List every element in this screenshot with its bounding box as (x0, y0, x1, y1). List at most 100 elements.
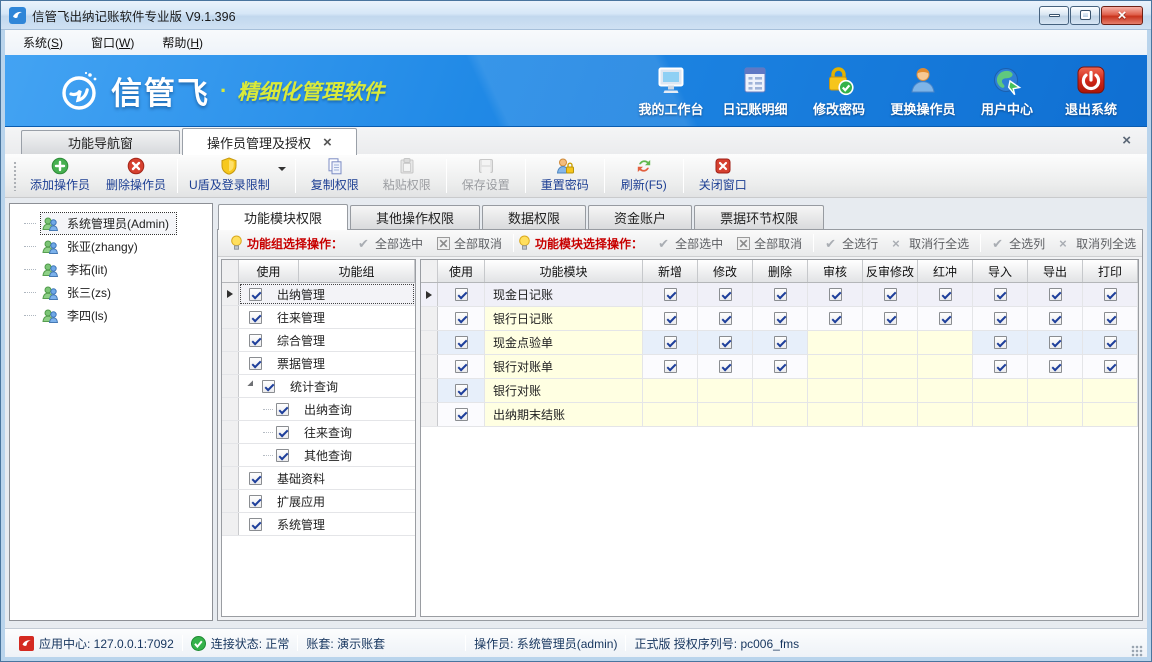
menu-item-2[interactable]: 帮助(H) (150, 32, 215, 53)
group-row[interactable]: 系统管理 (222, 513, 415, 536)
module-row[interactable]: 银行对账 (421, 379, 1138, 403)
toolbar-button-2[interactable]: U盾及登录限制 (181, 156, 278, 196)
group-use-checkbox[interactable] (276, 403, 289, 416)
module-use-checkbox[interactable] (455, 384, 468, 397)
permission-checkbox[interactable] (994, 360, 1007, 373)
group-row[interactable]: 综合管理 (222, 329, 415, 352)
group-row[interactable]: 统计查询 (222, 375, 415, 398)
permission-checkbox[interactable] (1049, 360, 1062, 373)
expand-icon[interactable] (247, 380, 258, 391)
toolbar-button-0[interactable]: 添加操作员 (22, 156, 98, 196)
titlebar[interactable]: 信管飞出纳记账软件专业版 V9.1.396 × (1, 1, 1151, 30)
permission-checkbox[interactable] (1104, 336, 1117, 349)
toolbar-button-8[interactable]: 关闭窗口 (687, 156, 759, 196)
permission-checkbox[interactable] (774, 336, 787, 349)
module-row[interactable]: 银行日记账 (421, 307, 1138, 331)
banner-action-5[interactable]: 退出系统 (1049, 62, 1133, 120)
banner-action-3[interactable]: 更换操作员 (881, 62, 965, 120)
doc-tab-1[interactable]: 操作员管理及授权× (182, 128, 357, 155)
resize-grip[interactable] (1131, 645, 1143, 657)
permission-checkbox[interactable] (1049, 336, 1062, 349)
module-use-checkbox[interactable] (455, 408, 468, 421)
module_panel-action-2[interactable]: ✔全选行 (825, 235, 878, 252)
group-row[interactable]: 基础资料 (222, 467, 415, 490)
perm-tab-1[interactable]: 其他操作权限 (350, 205, 480, 229)
permission-checkbox[interactable] (719, 288, 732, 301)
permission-checkbox[interactable] (719, 336, 732, 349)
group-row[interactable]: 出纳管理 (222, 283, 415, 306)
module-use-checkbox[interactable] (455, 288, 468, 301)
tabstrip-close-icon[interactable]: × (1116, 132, 1137, 149)
group-row[interactable]: 其他查询 (222, 444, 415, 467)
toolbar-button-7[interactable]: 刷新(F5) (608, 156, 680, 196)
perm-tab-3[interactable]: 资金账户 (588, 205, 692, 229)
module-row[interactable]: 银行对账单 (421, 355, 1138, 379)
group-use-checkbox[interactable] (249, 495, 262, 508)
operator-item-3[interactable]: 张三(zs) (14, 281, 208, 304)
maximize-button[interactable] (1070, 6, 1100, 25)
minimize-button[interactable] (1039, 6, 1069, 25)
group-use-checkbox[interactable] (249, 288, 262, 301)
permission-checkbox[interactable] (1104, 360, 1117, 373)
module-use-checkbox[interactable] (455, 312, 468, 325)
permission-checkbox[interactable] (774, 360, 787, 373)
operator-item-4[interactable]: 李四(ls) (14, 304, 208, 327)
module-row[interactable]: 现金点验单 (421, 331, 1138, 355)
permission-checkbox[interactable] (664, 360, 677, 373)
banner-action-1[interactable]: 日记账明细 (713, 62, 797, 120)
toolbar-button-1[interactable]: 删除操作员 (98, 156, 174, 196)
module_panel-action-1[interactable]: 全部取消 (737, 235, 802, 252)
module-use-checkbox[interactable] (455, 336, 468, 349)
tab-close-icon[interactable]: × (323, 135, 332, 150)
permission-checkbox[interactable] (829, 312, 842, 325)
permission-checkbox[interactable] (719, 312, 732, 325)
module-use-checkbox[interactable] (455, 360, 468, 373)
operator-item-1[interactable]: 张亚(zhangy) (14, 235, 208, 258)
group-use-checkbox[interactable] (276, 426, 289, 439)
permission-checkbox[interactable] (994, 312, 1007, 325)
permission-checkbox[interactable] (829, 288, 842, 301)
toolbar-button-6[interactable]: 重置密码 (529, 156, 601, 196)
permission-checkbox[interactable] (774, 312, 787, 325)
banner-action-0[interactable]: 我的工作台 (629, 62, 713, 120)
operator-item-2[interactable]: 李拓(lit) (14, 258, 208, 281)
banner-action-4[interactable]: 用户中心 (965, 62, 1049, 120)
group-use-checkbox[interactable] (262, 380, 275, 393)
group-row[interactable]: 扩展应用 (222, 490, 415, 513)
group-use-checkbox[interactable] (249, 472, 262, 485)
group_panel-action-0[interactable]: ✔全部选中 (358, 235, 423, 252)
module-row[interactable]: 现金日记账 (421, 283, 1138, 307)
operator-item-0[interactable]: 系统管理员(Admin) (14, 212, 208, 235)
permission-checkbox[interactable] (719, 360, 732, 373)
permission-checkbox[interactable] (939, 288, 952, 301)
permission-checkbox[interactable] (774, 288, 787, 301)
group-use-checkbox[interactable] (249, 518, 262, 531)
doc-tab-0[interactable]: 功能导航窗 (21, 130, 180, 154)
module_panel-action-4[interactable]: ✔全选列 (992, 235, 1045, 252)
permission-checkbox[interactable] (884, 312, 897, 325)
perm-tab-0[interactable]: 功能模块权限 (218, 204, 348, 230)
group-use-checkbox[interactable] (276, 449, 289, 462)
permission-checkbox[interactable] (664, 312, 677, 325)
permission-checkbox[interactable] (1104, 288, 1117, 301)
group-row[interactable]: 票据管理 (222, 352, 415, 375)
permission-checkbox[interactable] (664, 336, 677, 349)
group-row[interactable]: 出纳查询 (222, 398, 415, 421)
module_panel-action-3[interactable]: ×取消行全选 (892, 235, 969, 252)
permission-checkbox[interactable] (884, 288, 897, 301)
permission-checkbox[interactable] (994, 288, 1007, 301)
permission-checkbox[interactable] (664, 288, 677, 301)
perm-tab-2[interactable]: 数据权限 (482, 205, 586, 229)
menu-item-1[interactable]: 窗口(W) (79, 32, 146, 53)
permission-checkbox[interactable] (1104, 312, 1117, 325)
perm-tab-4[interactable]: 票据环节权限 (694, 205, 824, 229)
group-row[interactable]: 往来查询 (222, 421, 415, 444)
group-use-checkbox[interactable] (249, 311, 262, 324)
module_panel-action-5[interactable]: ×取消列全选 (1059, 235, 1136, 252)
module_panel-action-0[interactable]: ✔全部选中 (658, 235, 723, 252)
permission-checkbox[interactable] (939, 312, 952, 325)
group-use-checkbox[interactable] (249, 334, 262, 347)
banner-action-2[interactable]: 修改密码 (797, 62, 881, 120)
module-row[interactable]: 出纳期末结账 (421, 403, 1138, 427)
close-button[interactable]: × (1101, 6, 1143, 25)
